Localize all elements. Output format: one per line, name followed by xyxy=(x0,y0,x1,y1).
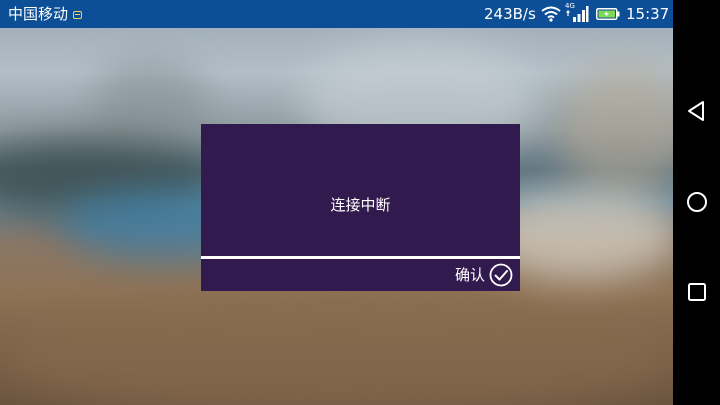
confirm-button[interactable]: 确认 xyxy=(451,262,517,288)
clock: 15:37 xyxy=(626,5,670,23)
disconnect-dialog: 连接中断 确认 xyxy=(201,124,520,291)
network-speed: 243B/s xyxy=(484,5,536,23)
screen: 中国移动 243B/s 4G 15:37 连接中断 确认 xyxy=(0,0,720,405)
wifi-icon xyxy=(541,6,561,22)
back-icon[interactable] xyxy=(684,98,710,124)
confirm-button-label: 确认 xyxy=(455,266,486,284)
check-circle-icon xyxy=(489,263,513,287)
recent-apps-icon[interactable] xyxy=(684,279,710,305)
sim-icon xyxy=(73,11,82,19)
dialog-message: 连接中断 xyxy=(330,196,391,214)
carrier-name: 中国移动 xyxy=(8,5,69,23)
status-bar: 中国移动 243B/s 4G 15:37 xyxy=(0,0,673,28)
home-icon[interactable] xyxy=(684,189,710,215)
battery-charging-icon xyxy=(596,8,620,20)
navigation-bar xyxy=(673,0,720,405)
signal-icon xyxy=(566,6,589,22)
dialog-divider xyxy=(201,256,520,259)
